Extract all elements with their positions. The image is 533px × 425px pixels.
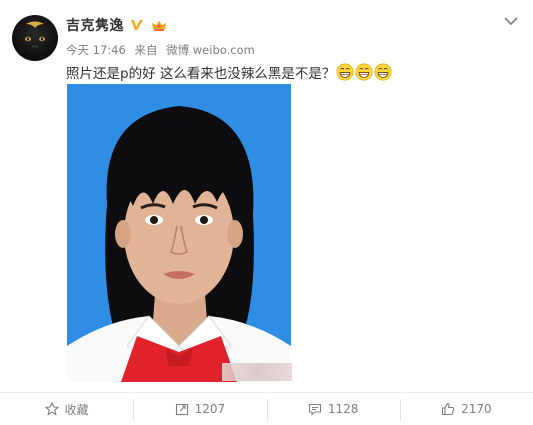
post-text-row: 照片还是p的好 这么看来也没辣么黑是不是？ bbox=[66, 60, 392, 84]
author-row: 吉克隽逸 bbox=[66, 14, 168, 36]
level-icon[interactable] bbox=[150, 18, 168, 32]
grin-emoji-icon bbox=[336, 63, 354, 81]
grin-emoji-icon bbox=[374, 63, 392, 81]
star-icon bbox=[44, 402, 59, 416]
action-bar: 收藏 1207 1128 2170 bbox=[0, 392, 533, 425]
comment-icon bbox=[308, 403, 321, 416]
post-text: 照片还是p的好 这么看来也没辣么黑是不是？ bbox=[66, 66, 336, 82]
source-prefix: 来自 bbox=[134, 43, 158, 57]
portrait-photo bbox=[67, 84, 291, 382]
comment-button[interactable]: 1128 bbox=[266, 393, 400, 425]
post-photo[interactable] bbox=[67, 84, 291, 382]
post-time[interactable]: 今天 17:46 bbox=[66, 43, 126, 57]
share-icon bbox=[175, 403, 188, 416]
author-name[interactable]: 吉克隽逸 bbox=[66, 15, 124, 35]
favorite-button[interactable]: 收藏 bbox=[0, 393, 133, 425]
thumbs-up-icon bbox=[442, 402, 455, 416]
avatar[interactable] bbox=[12, 15, 58, 61]
post-source[interactable]: 微博 weibo.com bbox=[166, 43, 255, 57]
post-meta: 今天 17:46 来自 微博 weibo.com bbox=[66, 42, 260, 58]
like-count: 2170 bbox=[461, 402, 492, 416]
weibo-post-card: 吉克隽逸 今天 17:46 来自 微博 weibo.com 照片还是p的好 这么… bbox=[0, 0, 533, 424]
watermark-stamp bbox=[222, 363, 292, 381]
comment-count: 1128 bbox=[327, 402, 359, 416]
chevron-down-icon[interactable] bbox=[503, 13, 519, 29]
repost-button[interactable]: 1207 bbox=[133, 393, 266, 425]
favorite-label: 收藏 bbox=[64, 402, 89, 417]
verified-icon bbox=[131, 20, 143, 30]
grin-emoji-icon bbox=[355, 63, 373, 81]
moon-avatar-icon bbox=[25, 21, 45, 48]
repost-count: 1207 bbox=[194, 402, 226, 416]
like-button[interactable]: 2170 bbox=[399, 393, 533, 425]
